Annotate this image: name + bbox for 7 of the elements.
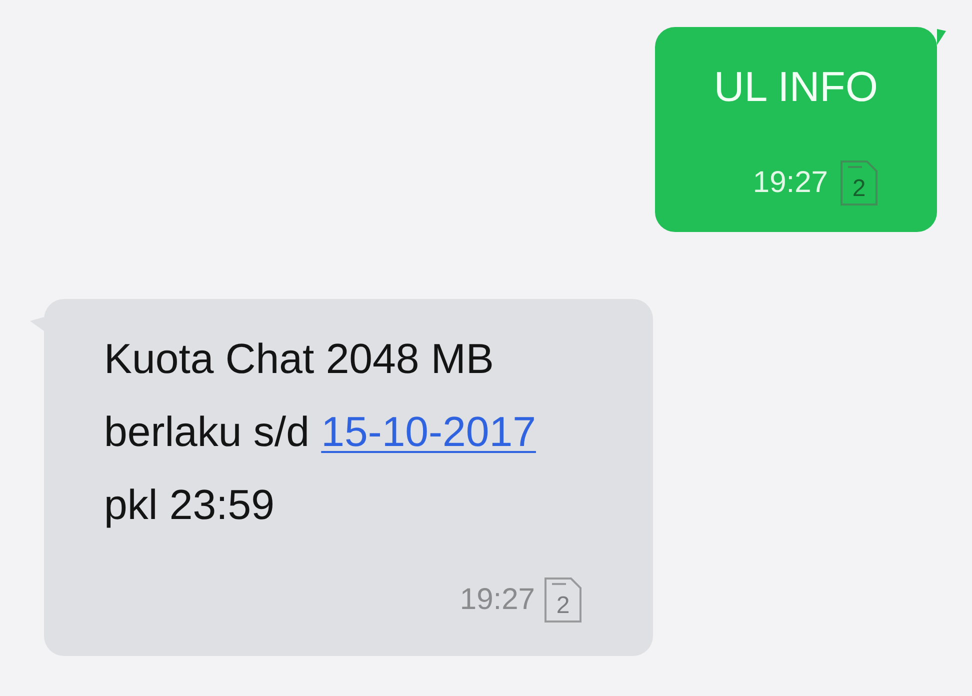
- sim-card-badge: 2: [544, 577, 582, 623]
- message-text: Kuota Chat 2048 MB berlaku s/d 15-10-2017 pkl 23:59: [104, 334, 537, 530]
- message-text: UL INFO: [714, 62, 878, 112]
- message-time: 19:27: [752, 168, 828, 198]
- date-link[interactable]: 15-10-2017: [321, 408, 536, 455]
- sim-card-badge: 2: [840, 160, 878, 206]
- message-time: 19:27: [460, 585, 535, 615]
